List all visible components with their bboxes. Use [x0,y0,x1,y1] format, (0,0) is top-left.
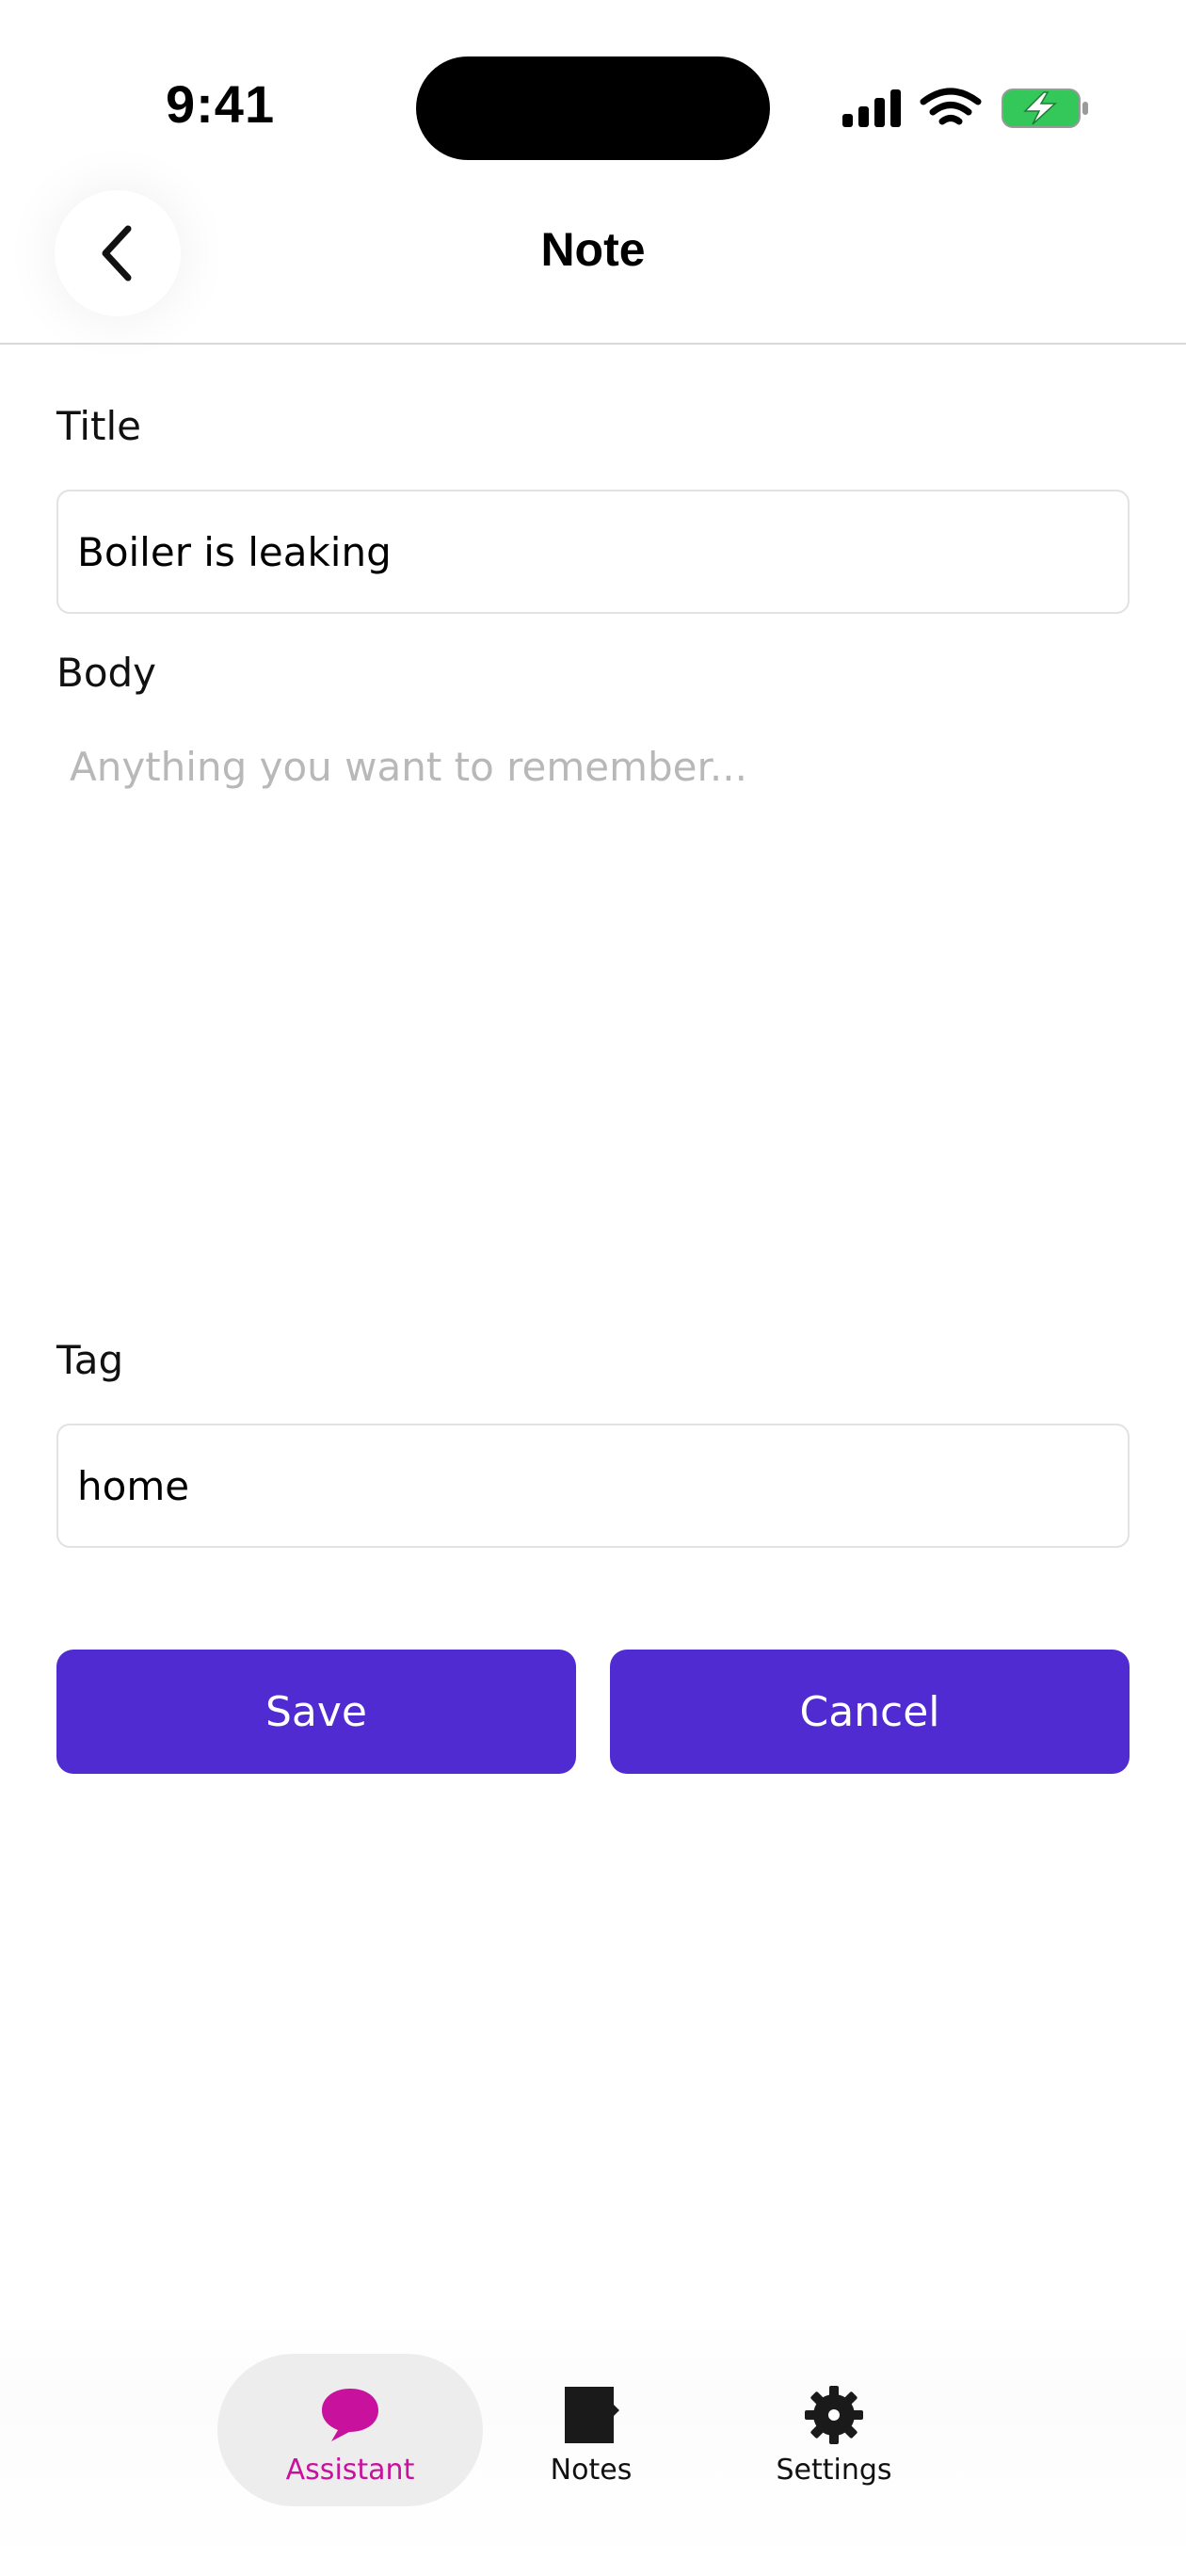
tab-assistant-label: Assistant [285,2454,415,2487]
header-divider [0,343,1186,345]
status-time: 9:41 [166,74,276,134]
battery-charging-icon [1002,89,1088,128]
gear-icon [801,2382,867,2448]
tab-settings-label: Settings [776,2454,892,2487]
status-icons [841,87,1090,130]
tab-assistant[interactable]: Assistant [217,2354,483,2506]
note-icon [558,2382,624,2448]
tab-settings[interactable]: Settings [753,2354,915,2506]
save-button[interactable]: Save [56,1650,576,1774]
tag-input[interactable] [56,1424,1130,1548]
body-label: Body [56,650,157,696]
wifi-icon [920,88,982,125]
tab-notes-label: Notes [550,2454,633,2487]
cellular-signal-icon [842,89,901,127]
body-textarea[interactable] [56,731,1130,1296]
cancel-button[interactable]: Cancel [610,1650,1130,1774]
title-input[interactable] [56,490,1130,614]
title-label: Title [56,403,142,449]
dynamic-island [416,56,770,160]
chat-bubble-icon [317,2382,383,2448]
tag-label: Tag [56,1337,124,1383]
page-title: Note [540,223,646,276]
tab-notes[interactable]: Notes [516,2354,666,2506]
